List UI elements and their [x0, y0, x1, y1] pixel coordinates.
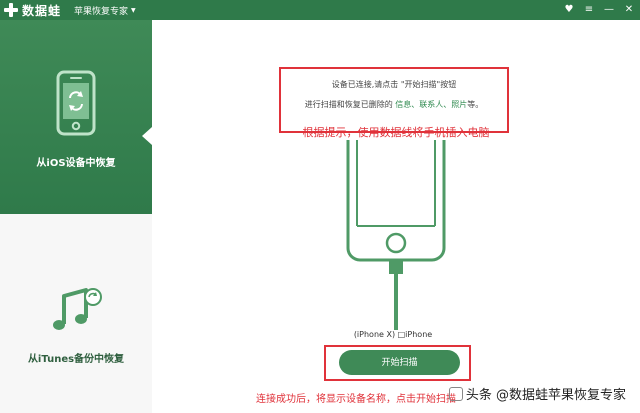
watermark-icon — [448, 387, 463, 401]
active-pointer — [142, 127, 152, 145]
iphone-refresh-icon — [56, 70, 96, 136]
watermark-text: 头条 @数据蛙苹果恢复专家 — [465, 388, 626, 403]
start-scan-button[interactable]: 开始扫描 — [339, 350, 460, 375]
menu-icon[interactable]: ≡ — [584, 2, 594, 18]
watermark: 头条 @数据蛙苹果恢复专家 — [448, 384, 626, 403]
music-note-icon — [53, 288, 102, 330]
sidebar-item-ios-recovery[interactable]: 从iOS设备中恢复 — [0, 20, 152, 214]
plus-logo-icon — [4, 3, 18, 17]
annotation-connect-hint: 根据提示，使用数据线将手机插入电脑 — [302, 126, 490, 139]
heart-icon[interactable]: ♥ — [564, 2, 574, 18]
info-line-1: 设备已连接,请点击 "开始扫描"按钮 — [331, 80, 457, 89]
sidebar-item-label: 从iTunes备份中恢复 — [27, 354, 125, 365]
app-window: 数据蛙 苹果恢复专家 ▼ ♥ ≡ — ✕ 从iOS设备中恢复 从iTunes备份… — [0, 0, 640, 413]
device-name-caption: (iPhone X) □iPhone — [353, 330, 433, 339]
iphone-illustration — [346, 140, 446, 330]
app-logo: 数据蛙 — [4, 2, 61, 18]
sidebar-item-itunes-recovery[interactable] — [0, 214, 152, 413]
close-icon[interactable]: ✕ — [624, 2, 634, 18]
sidebar: 从iOS设备中恢复 从iTunes备份中恢复 — [0, 20, 152, 413]
app-name: 数据蛙 — [22, 3, 62, 18]
sidebar-item-label: 从iOS设备中恢复 — [36, 158, 116, 169]
product-menu[interactable]: 苹果恢复专家 ▼ — [74, 4, 136, 17]
info-line-2: 进行扫描和恢复已删除的 信息、联系人、照片等。 — [281, 99, 507, 110]
caret-down-icon: ▼ — [131, 7, 136, 14]
info-line-2-highlight: 信息、联系人、照片 — [395, 100, 468, 109]
title-bar: 数据蛙 苹果恢复专家 ▼ ♥ ≡ — ✕ — [0, 0, 640, 20]
info-line-2-pre: 进行扫描和恢复已删除的 — [304, 100, 396, 109]
product-subtitle: 苹果恢复专家 — [74, 7, 129, 17]
minimize-icon[interactable]: — — [604, 2, 614, 18]
main-panel: 设备已连接,请点击 "开始扫描"按钮 进行扫描和恢复已删除的 信息、联系人、照片… — [153, 20, 640, 413]
info-line-2-post: 等。 — [467, 100, 484, 109]
window-controls: ♥ ≡ — ✕ — [564, 2, 634, 18]
